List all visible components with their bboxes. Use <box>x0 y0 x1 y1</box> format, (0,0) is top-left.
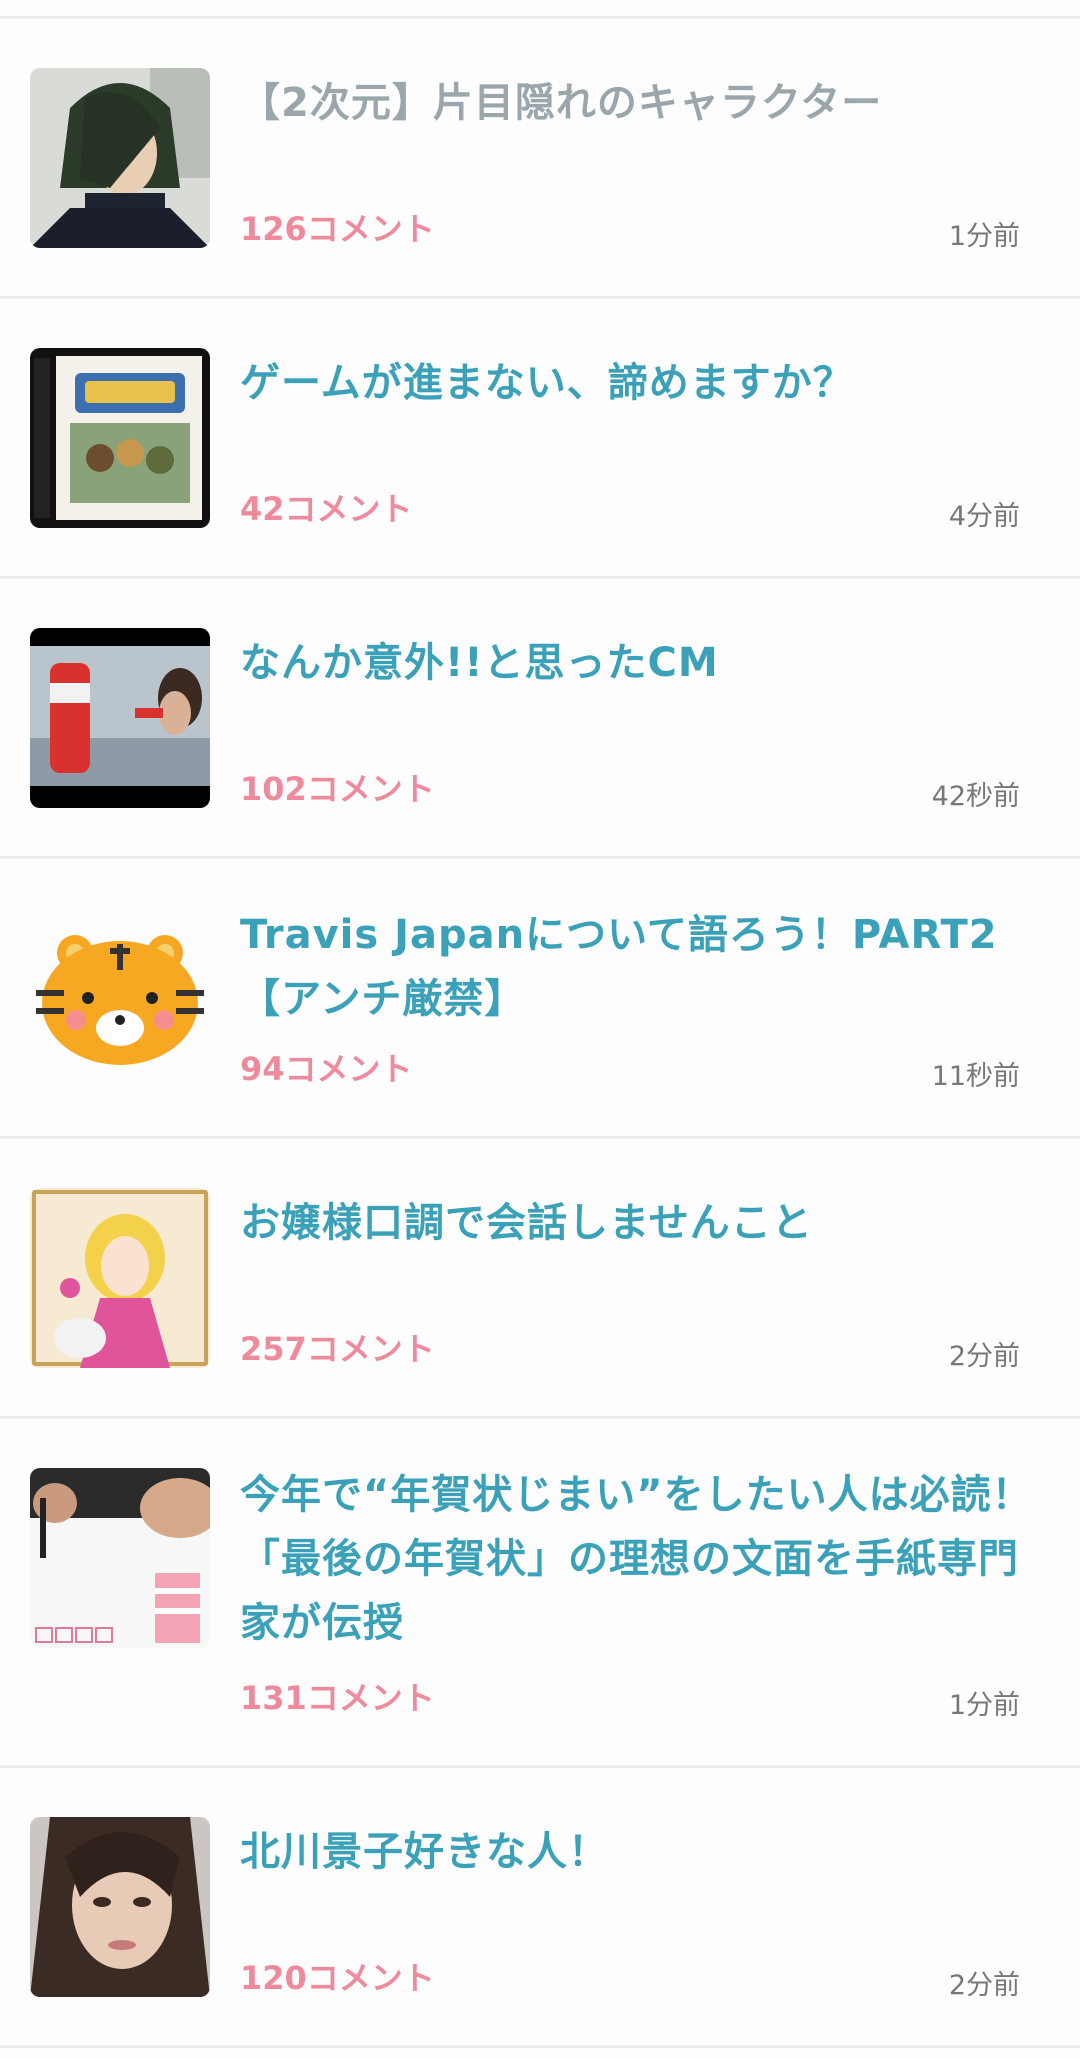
topic-title[interactable]: 今年で“年賀状じまい”をしたい人は必読！「最後の年賀状」の理想の文面を手紙専門家… <box>240 1463 1040 1655</box>
topic-item[interactable]: 北川景子好きな人！ 120コメント 2分前 <box>0 1768 1080 2045</box>
timestamp: 1分前 <box>948 221 1020 252</box>
timestamp: 2分前 <box>948 1341 1020 1372</box>
topic-thumbnail <box>30 68 210 248</box>
topic-item[interactable]: 【2次元】片目隠れのキャラクター 126コメント 1分前 <box>0 19 1080 296</box>
topic-thumbnail <box>30 908 210 1088</box>
comment-count: 126コメント <box>240 210 435 248</box>
topic-title[interactable]: Travis Japanについて語ろう！PART2【アンチ厳禁】 <box>240 903 1040 1031</box>
timestamp: 11秒前 <box>931 1061 1020 1092</box>
divider <box>0 2045 1080 2048</box>
topic-title[interactable]: 【2次元】片目隠れのキャラクター <box>240 71 1040 135</box>
topic-item[interactable]: ゲームが進まない、諦めますか？ 42コメント 4分前 <box>0 299 1080 576</box>
topic-thumbnail <box>30 1468 210 1648</box>
topic-thumbnail <box>30 1817 210 1997</box>
topic-title[interactable]: 北川景子好きな人！ <box>240 1820 1040 1884</box>
topic-item[interactable]: Travis Japanについて語ろう！PART2【アンチ厳禁】 94コメント … <box>0 859 1080 1136</box>
topic-item[interactable]: お嬢様口調で会話しませんこと 257コメント 2分前 <box>0 1139 1080 1416</box>
comment-count: 94コメント <box>240 1050 413 1088</box>
comment-count: 120コメント <box>240 1959 435 1997</box>
topic-item[interactable]: 今年で“年賀状じまい”をしたい人は必読！「最後の年賀状」の理想の文面を手紙専門家… <box>0 1419 1080 1765</box>
timestamp: 42秒前 <box>931 781 1020 812</box>
topic-title[interactable]: お嬢様口調で会話しませんこと <box>240 1191 1040 1255</box>
topic-title[interactable]: ゲームが進まない、諦めますか？ <box>240 351 1040 415</box>
timestamp: 1分前 <box>948 1690 1020 1721</box>
timestamp: 2分前 <box>948 1970 1020 2001</box>
topic-thumbnail <box>30 348 210 528</box>
topic-thumbnail <box>30 1188 210 1368</box>
topic-thumbnail <box>30 628 210 808</box>
comment-count: 42コメント <box>240 490 413 528</box>
timestamp: 4分前 <box>948 501 1020 532</box>
topic-title[interactable]: なんか意外!!と思ったCM <box>240 631 1040 695</box>
comment-count: 102コメント <box>240 770 435 808</box>
comment-count: 131コメント <box>240 1679 435 1717</box>
comment-count: 257コメント <box>240 1330 435 1368</box>
topic-item[interactable]: なんか意外!!と思ったCM 102コメント 42秒前 <box>0 579 1080 856</box>
